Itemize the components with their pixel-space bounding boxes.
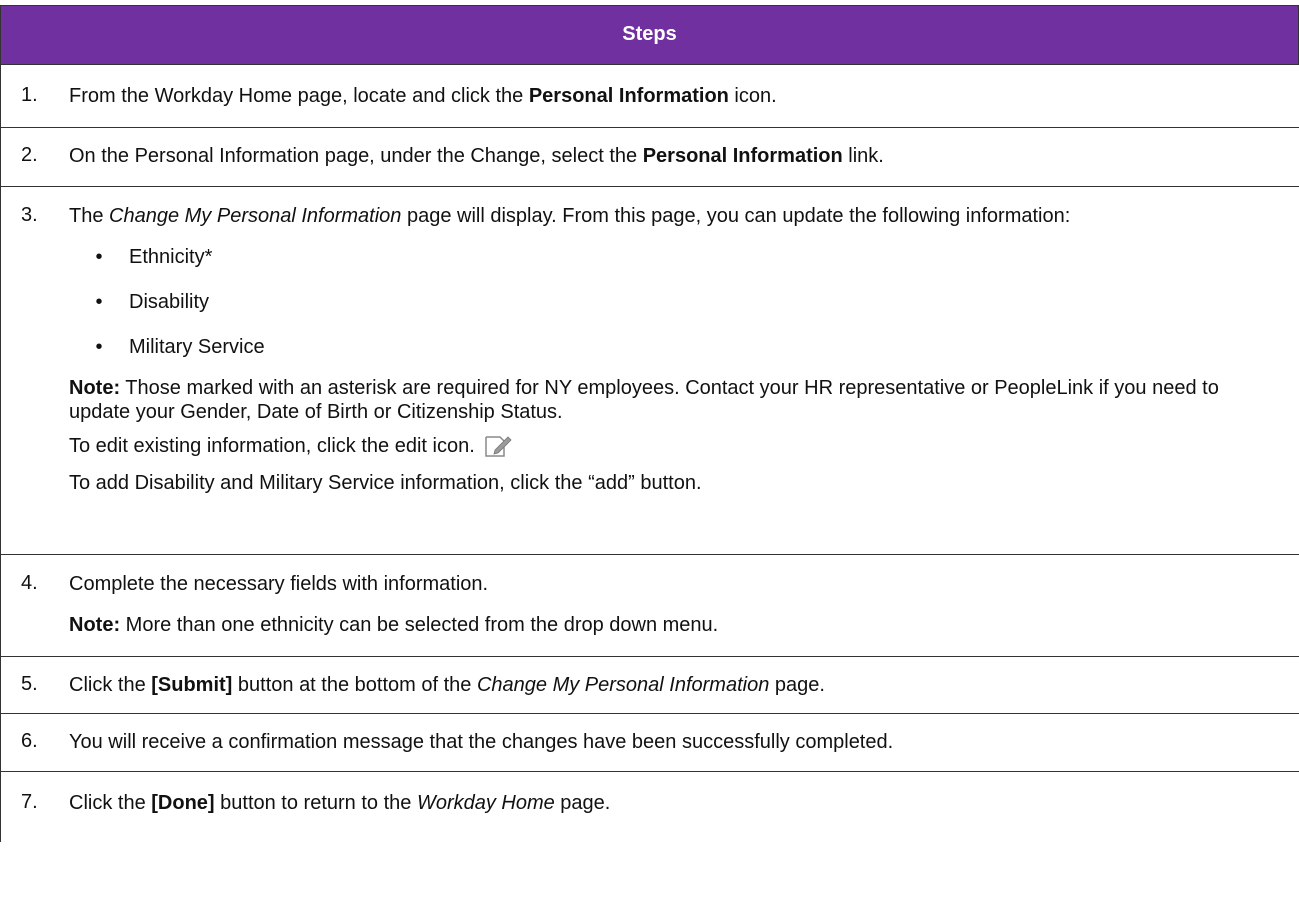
step-text: You will receive a confirmation message … [69,731,894,753]
step-text: The Change My Personal Information page … [69,205,1071,227]
step-number: 4. [21,572,38,594]
bullet-item: • Military Service [69,335,1279,359]
bullet-icon: • [95,335,103,358]
bullet-icon: • [95,245,103,268]
step-row-7: 7. Click the [Done] button to return to … [0,772,1299,842]
step-text: Complete the necessary fields with infor… [69,573,489,595]
step-text: Click the [Submit] button at the bottom … [69,674,825,696]
bullet-list: • Ethnicity* • Disability • Military Ser… [21,245,1279,359]
step-row-3: 3. The Change My Personal Information pa… [0,187,1299,555]
step-text: On the Personal Information page, under … [69,145,884,167]
step-number: 3. [21,204,38,226]
step-row-1: 1. From the Workday Home page, locate an… [0,65,1299,128]
step-number: 6. [21,730,38,752]
edit-pencil-icon [483,433,513,459]
step-number: 2. [21,144,38,166]
step-row-6: 6. You will receive a confirmation messa… [0,714,1299,772]
step-number: 7. [21,791,38,813]
bullet-item: • Disability [69,290,1279,314]
step-note: Note: Those marked with an asterisk are … [69,377,1219,423]
steps-title: Steps [622,23,677,45]
bullet-item: • Ethnicity* [69,245,1279,269]
edit-instruction: To edit existing information, click the … [21,433,1279,459]
step-text: Click the [Done] button to return to the… [69,792,611,814]
step-note: Note: More than one ethnicity can be sel… [69,614,719,636]
step-number: 5. [21,673,38,695]
add-instruction: To add Disability and Military Service i… [69,472,702,494]
step-text: From the Workday Home page, locate and c… [69,85,777,107]
bullet-icon: • [95,290,103,313]
steps-header: Steps [0,6,1299,65]
step-row-4: 4. Complete the necessary fields with in… [0,555,1299,657]
steps-table: Steps 1. From the Workday Home page, loc… [0,5,1299,842]
step-number: 1. [21,84,38,106]
step-row-5: 5. Click the [Submit] button at the bott… [0,657,1299,714]
step-row-2: 2. On the Personal Information page, und… [0,128,1299,187]
